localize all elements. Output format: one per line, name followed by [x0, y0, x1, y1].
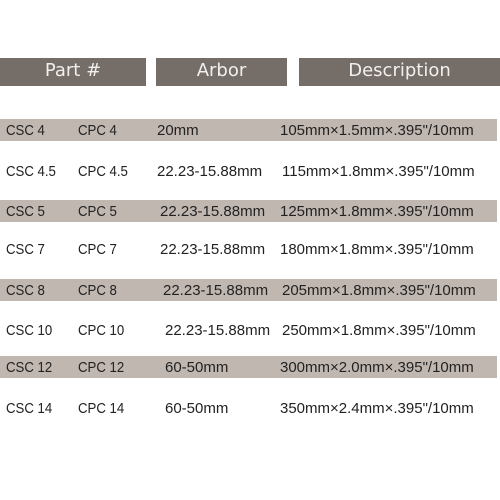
cell-arbor: 22.23-15.88mm — [157, 163, 263, 180]
header-arbor: Arbor — [156, 58, 287, 86]
cell-csc: CSC 12 — [6, 359, 53, 376]
cell-cpc: CPC 4 — [78, 122, 117, 139]
cell-description: 300mm×2.0mm×.395"/10mm — [280, 359, 474, 376]
cell-csc: CSC 4.5 — [6, 163, 56, 180]
cell-description: 180mm×1.8mm×.395"/10mm — [280, 241, 474, 258]
table-row: CSC 12 CPC 12 60-50mm 300mm×2.0mm×.395"/10m… — [0, 356, 497, 378]
cell-cpc: CPC 10 — [78, 322, 125, 339]
table-row: CSC 5 CPC 5 22.23-15.88mm 125mm×1.8mm×.395"… — [0, 200, 497, 222]
cell-arbor: 22.23-15.88mm — [165, 322, 271, 339]
table-row: CSC 4 CPC 4 20mm 105mm×1.5mm×.395"/10mm — [0, 119, 497, 141]
cell-csc: CSC 4 — [6, 122, 45, 139]
table-row: CSC 14 CPC 14 60-50mm 350mm×2.4mm×.395"/10m… — [0, 397, 497, 419]
cell-csc: CSC 14 — [6, 400, 53, 417]
cell-arbor: 22.23-15.88mm — [160, 241, 266, 258]
cell-description: 250mm×1.8mm×.395"/10mm — [282, 322, 476, 339]
cell-csc: CSC 5 — [6, 203, 45, 220]
cell-cpc: CPC 14 — [78, 400, 125, 417]
cell-description: 105mm×1.5mm×.395"/10mm — [280, 122, 474, 139]
cell-cpc: CPC 8 — [78, 282, 117, 299]
cell-csc: CSC 8 — [6, 282, 45, 299]
cell-arbor: 22.23-15.88mm — [160, 203, 266, 220]
cell-description: 205mm×1.8mm×.395"/10mm — [282, 282, 476, 299]
header-part: Part # — [0, 58, 146, 86]
cell-cpc: CPC 4.5 — [78, 163, 128, 180]
table-row: CSC 10 CPC 10 22.23-15.88mm 250mm×1.8mm×.39… — [0, 319, 497, 341]
cell-description: 350mm×2.4mm×.395"/10mm — [280, 400, 474, 417]
cell-description: 115mm×1.8mm×.395"/10mm — [282, 163, 475, 180]
cell-csc: CSC 7 — [6, 241, 45, 258]
cell-arbor: 20mm — [157, 122, 199, 139]
cell-cpc: CPC 7 — [78, 241, 117, 258]
cell-arbor: 60-50mm — [165, 400, 229, 417]
cell-arbor: 60-50mm — [165, 359, 229, 376]
cell-description: 125mm×1.8mm×.395"/10mm — [280, 203, 474, 220]
table-row: CSC 7 CPC 7 22.23-15.88mm 180mm×1.8mm×.395"… — [0, 238, 497, 260]
cell-csc: CSC 10 — [6, 322, 53, 339]
cell-cpc: CPC 12 — [78, 359, 125, 376]
header-description: Description — [299, 58, 500, 86]
table-row: CSC 8 CPC 8 22.23-15.88mm 205mm×1.8mm×.395"… — [0, 279, 497, 301]
cell-cpc: CPC 5 — [78, 203, 117, 220]
cell-arbor: 22.23-15.88mm — [163, 282, 269, 299]
table-row: CSC 4.5 CPC 4.5 22.23-15.88mm 115mm×1.8mm×.… — [0, 160, 497, 182]
